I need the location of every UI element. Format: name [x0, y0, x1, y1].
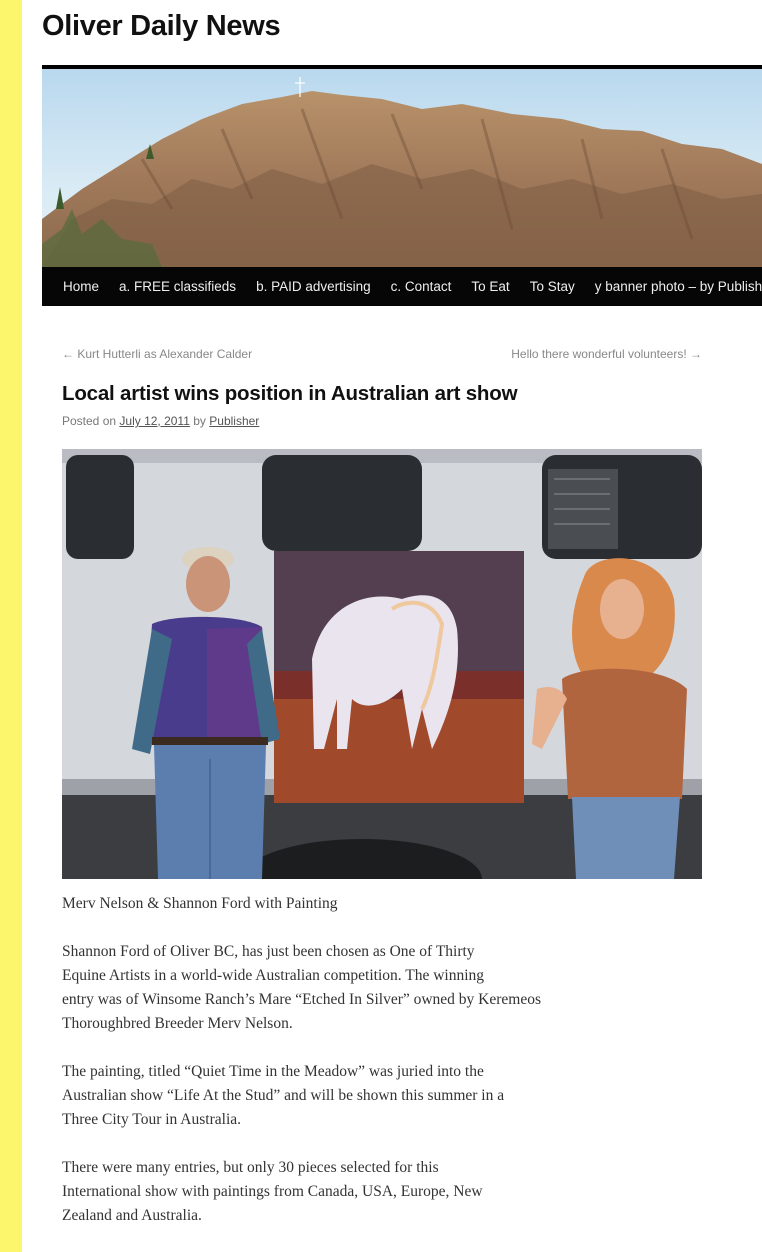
post-date-link[interactable]: July 12, 2011 — [119, 414, 190, 428]
post-meta: Posted on July 12, 2011 by Publisher — [62, 414, 259, 428]
paragraph-line: Three City Tour in Australia. — [62, 1111, 241, 1128]
post-photo[interactable] — [62, 449, 702, 879]
nav-item-to-eat[interactable]: To Eat — [461, 267, 519, 306]
paragraph-line: International show with paintings from C… — [62, 1183, 483, 1200]
paragraph-line: Australian show “Life At the Stud” and w… — [62, 1087, 505, 1104]
nav-item-home[interactable]: Home — [42, 267, 109, 306]
paragraph-3: There were many entries, but only 30 pie… — [62, 1156, 622, 1228]
paragraph-line: There were many entries, but only 30 pie… — [62, 1159, 439, 1176]
paragraph-line: entry was of Winsome Ranch’s Mare “Etche… — [62, 991, 542, 1008]
paragraph-line: Equine Artists in a world-wide Australia… — [62, 967, 485, 984]
paragraph-2: The painting, titled “Quiet Time in the … — [62, 1060, 622, 1132]
post-author-link[interactable]: Publisher — [209, 414, 259, 428]
nav-item-paid-advertising[interactable]: b. PAID advertising — [246, 267, 381, 306]
nav-item-to-stay[interactable]: To Stay — [520, 267, 585, 306]
site-title[interactable]: Oliver Daily News — [42, 10, 281, 43]
paragraph-line: Thoroughbred Breeder Merv Nelson. — [62, 1015, 293, 1032]
post-title[interactable]: Local artist wins position in Australian… — [62, 382, 518, 406]
paragraph-line: Zealand and Australia. — [62, 1207, 202, 1224]
posted-on-label: Posted on — [62, 414, 117, 428]
photo-caption: Merv Nelson & Shannon Ford with Painting — [62, 895, 338, 912]
nav-item-contact[interactable]: c. Contact — [381, 267, 462, 306]
paragraph-1: Shannon Ford of Oliver BC, has just been… — [62, 940, 622, 1036]
mountain-illustration — [42, 77, 762, 267]
by-label: by — [193, 414, 206, 428]
post-content: Merv Nelson & Shannon Ford with Painting… — [62, 892, 622, 1252]
post-navigation: ← Kurt Hutterli as Alexander Calder Hell… — [62, 347, 702, 363]
nav-item-free-classifieds[interactable]: a. FREE classifieds — [109, 267, 246, 306]
next-post-link[interactable]: Hello there wonderful volunteers! → — [511, 347, 702, 361]
page: Oliver Daily News Home a. FREE classified… — [22, 0, 762, 1252]
nav-item-banner-photo[interactable]: y banner photo – by Publisher — [585, 267, 762, 306]
paragraph-line: The painting, titled “Quiet Time in the … — [62, 1063, 484, 1080]
left-accent-bar — [0, 0, 22, 1252]
header-banner-image — [42, 69, 762, 267]
previous-post-link[interactable]: ← Kurt Hutterli as Alexander Calder — [62, 347, 252, 361]
photo-illustration — [62, 449, 702, 879]
main-navigation: Home a. FREE classifieds b. PAID advertisi… — [42, 267, 762, 306]
paragraph-line: Shannon Ford of Oliver BC, has just been… — [62, 943, 475, 960]
